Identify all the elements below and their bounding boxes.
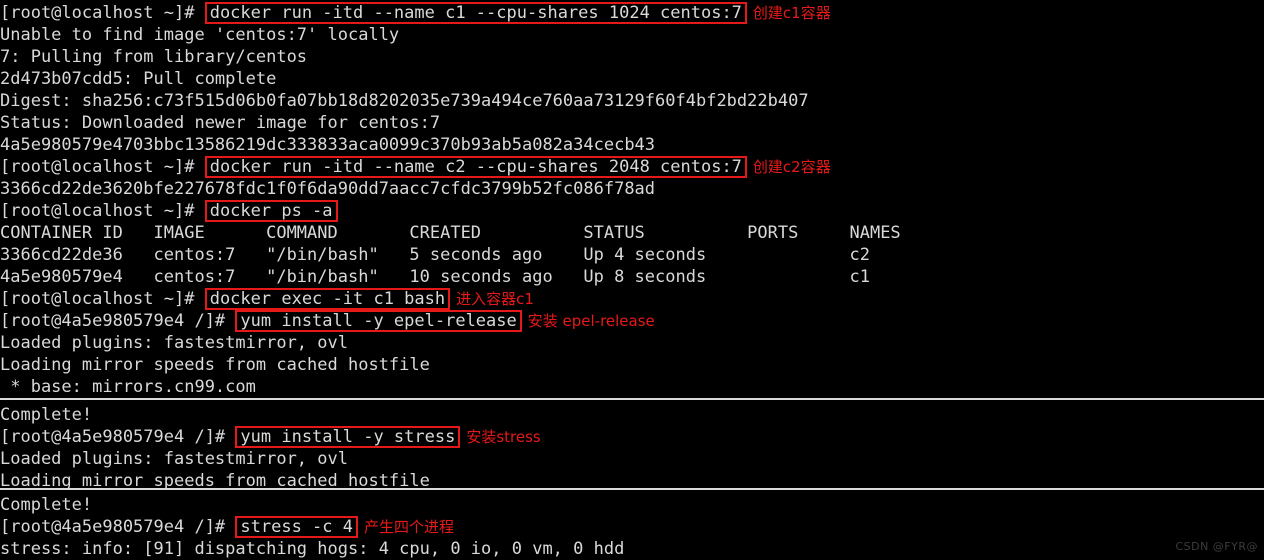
terminal-output-line: Digest: sha256:c73f515d06b0fa07bb18d8202… <box>0 90 809 112</box>
output-text: 3366cd22de3620bfe227678fdc1f0f6da90dd7aa… <box>0 179 656 199</box>
output-text: 2d473b07cdd5: Pull complete <box>0 69 277 89</box>
highlighted-command[interactable]: yum install -y epel-release <box>235 310 522 332</box>
terminal-command-line[interactable]: [root@4a5e980579e4 /]# yum install -y ep… <box>0 310 655 332</box>
output-text: Loaded plugins: fastestmirror, ovl <box>0 449 348 469</box>
shell-prompt: [root@localhost ~]# <box>0 3 205 23</box>
terminal-output-line: Loading mirror speeds from cached hostfi… <box>0 354 430 376</box>
output-text: 7: Pulling from library/centos <box>0 47 308 67</box>
highlighted-command[interactable]: docker exec -it c1 bash <box>204 288 451 310</box>
shell-prompt: [root@4a5e980579e4 /]# <box>0 311 236 331</box>
output-text: Loading mirror speeds from cached hostfi… <box>0 355 430 375</box>
terminal-output-line: Complete! <box>0 404 92 426</box>
terminal-output-line: Loaded plugins: fastestmirror, ovl <box>0 332 348 354</box>
annotation-label: 安装 epel-release <box>527 312 655 330</box>
section-divider <box>0 398 1264 400</box>
output-text: Complete! <box>0 405 93 425</box>
terminal-command-line[interactable]: [root@4a5e980579e4 /]# yum install -y st… <box>0 426 541 448</box>
shell-prompt: [root@4a5e980579e4 /]# <box>0 517 236 537</box>
output-text: CONTAINER ID IMAGE COMMAND CREATED STATU… <box>0 223 901 243</box>
output-text: Complete! <box>0 495 93 515</box>
terminal-command-line[interactable]: [root@4a5e980579e4 /]# stress -c 4 产生四个进程 <box>0 516 454 538</box>
terminal-output-line: 2d473b07cdd5: Pull complete <box>0 68 276 90</box>
output-text: 3366cd22de36 centos:7 "/bin/bash" 5 seco… <box>0 245 870 265</box>
terminal-output-line: 7: Pulling from library/centos <box>0 46 307 68</box>
annotation-label: 创建c2容器 <box>752 158 831 176</box>
watermark: CSDN @FYR@ <box>1175 540 1258 553</box>
terminal-output-line: Complete! <box>0 494 92 516</box>
highlighted-command[interactable]: docker ps -a <box>204 200 338 222</box>
terminal-command-line[interactable]: [root@localhost ~]# docker ps -a <box>0 200 338 222</box>
annotation-label: 创建c1容器 <box>752 4 831 22</box>
output-text: stress: info: [91] dispatching hogs: 4 c… <box>0 539 625 559</box>
output-text: Unable to find image 'centos:7' locally <box>0 25 400 45</box>
terminal-command-line[interactable]: [root@localhost ~]# docker run -itd --na… <box>0 156 831 178</box>
terminal-output-line: 3366cd22de3620bfe227678fdc1f0f6da90dd7aa… <box>0 178 655 200</box>
highlighted-command[interactable]: yum install -y stress <box>235 426 461 448</box>
terminal-command-line[interactable]: [root@localhost ~]# docker run -itd --na… <box>0 2 831 24</box>
shell-prompt: [root@localhost ~]# <box>0 157 205 177</box>
highlighted-command[interactable]: stress -c 4 <box>235 516 358 538</box>
shell-prompt: [root@localhost ~]# <box>0 201 205 221</box>
terminal-output-line: * base: mirrors.cn99.com <box>0 376 256 398</box>
section-divider <box>0 488 1264 490</box>
highlighted-command[interactable]: docker run -itd --name c2 --cpu-shares 2… <box>204 156 747 178</box>
output-text: 4a5e980579e4 centos:7 "/bin/bash" 10 sec… <box>0 267 870 287</box>
terminal-output-line: 4a5e980579e4 centos:7 "/bin/bash" 10 sec… <box>0 266 870 288</box>
terminal-output-line: CONTAINER ID IMAGE COMMAND CREATED STATU… <box>0 222 901 244</box>
shell-prompt: [root@localhost ~]# <box>0 289 205 309</box>
output-text: Digest: sha256:c73f515d06b0fa07bb18d8202… <box>0 91 809 111</box>
output-text: * base: mirrors.cn99.com <box>0 377 256 397</box>
terminal-output-line: stress: info: [91] dispatching hogs: 4 c… <box>0 538 624 560</box>
shell-prompt: [root@4a5e980579e4 /]# <box>0 427 236 447</box>
terminal-window[interactable]: [root@localhost ~]# docker run -itd --na… <box>0 0 1264 559</box>
terminal-output-line: Status: Downloaded newer image for cento… <box>0 112 440 134</box>
terminal-output-line: Unable to find image 'centos:7' locally <box>0 24 399 46</box>
annotation-label: 产生四个进程 <box>364 518 455 536</box>
annotation-label: 进入容器c1 <box>456 290 534 308</box>
terminal-command-line[interactable]: [root@localhost ~]# docker exec -it c1 b… <box>0 288 534 310</box>
terminal-output-line: 3366cd22de36 centos:7 "/bin/bash" 5 seco… <box>0 244 870 266</box>
output-text: Loaded plugins: fastestmirror, ovl <box>0 333 348 353</box>
terminal-output-line: 4a5e980579e4703bbc13586219dc333833aca009… <box>0 134 655 156</box>
output-text: Status: Downloaded newer image for cento… <box>0 113 441 133</box>
terminal-output-line: Loaded plugins: fastestmirror, ovl <box>0 448 348 470</box>
highlighted-command[interactable]: docker run -itd --name c1 --cpu-shares 1… <box>204 2 747 24</box>
output-text: 4a5e980579e4703bbc13586219dc333833aca009… <box>0 135 656 155</box>
annotation-label: 安装stress <box>466 428 541 446</box>
